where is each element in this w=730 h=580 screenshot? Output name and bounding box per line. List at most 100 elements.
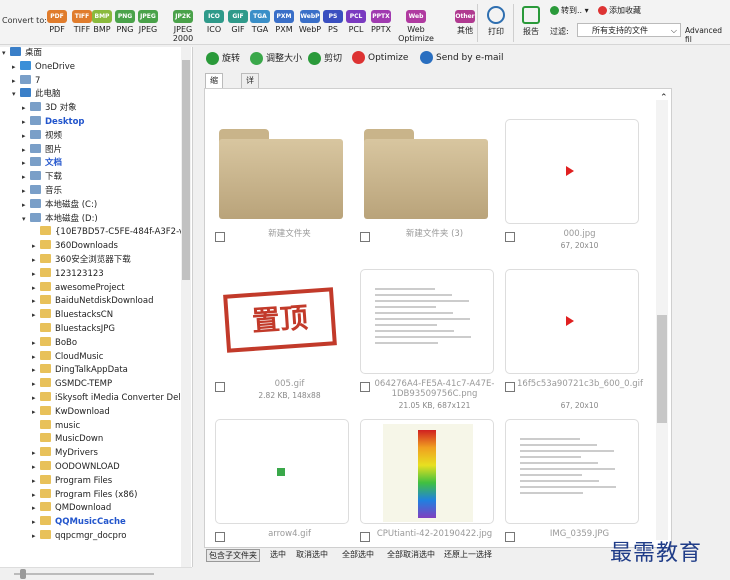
tree-item[interactable]: ▸ BluestacksCN: [32, 309, 113, 322]
chevron-right-icon[interactable]: ▸: [22, 199, 30, 212]
thumbnail-checkbox[interactable]: [360, 382, 370, 392]
thumbnail-image[interactable]: 置顶: [215, 269, 349, 374]
deselect-all-button[interactable]: 全部取消选中: [387, 549, 435, 560]
chevron-right-icon[interactable]: ▸: [32, 489, 40, 502]
advanced-filter-button[interactable]: Advanced fil: [685, 26, 730, 44]
restore-selection-button[interactable]: 还原上一选择: [444, 549, 492, 560]
rotate-button[interactable]: 旋转: [206, 51, 240, 65]
deselect-button[interactable]: 取消选中: [296, 549, 328, 560]
goto-button[interactable]: 转到.. ▾: [550, 5, 589, 16]
tree-item[interactable]: ▸ 音乐: [22, 185, 62, 198]
format-button-其他[interactable]: Other 其他: [450, 10, 480, 36]
tree-item[interactable]: ▸ 下载: [22, 171, 62, 184]
chevron-right-icon[interactable]: ▸: [12, 75, 20, 88]
thumbnail-image[interactable]: [360, 119, 494, 224]
tree-item[interactable]: ▸ MyDrivers: [32, 447, 98, 460]
tree-item[interactable]: ▸ qqpcmgr_docpro: [32, 530, 126, 543]
chevron-right-icon[interactable]: ▸: [32, 351, 40, 364]
tree-item[interactable]: ▸ BaiduNetdiskDownload: [32, 295, 153, 308]
include-subfolders-button[interactable]: 包含子文件夹: [206, 549, 260, 562]
format-button-pptx[interactable]: PPTX PPTX: [368, 10, 394, 34]
tree-item[interactable]: BluestacksJPG: [32, 323, 115, 336]
tree-item[interactable]: music: [32, 419, 80, 433]
tree-item[interactable]: ▸ iSkysoft iMedia Converter Delu: [32, 392, 186, 405]
format-button-gif[interactable]: GIF GIF: [226, 10, 250, 34]
thumbnail-image[interactable]: [505, 269, 639, 374]
tree-item[interactable]: ▸ 文档: [22, 157, 62, 170]
thumbnail-image[interactable]: [505, 119, 639, 224]
format-button-bmp[interactable]: BMP BMP: [91, 10, 113, 34]
chevron-right-icon[interactable]: ▸: [32, 309, 40, 322]
resize-button[interactable]: 调整大小: [250, 51, 302, 65]
thumbnail-image[interactable]: [505, 419, 639, 524]
chevron-right-icon[interactable]: ▸: [32, 295, 40, 308]
chevron-right-icon[interactable]: ▸: [32, 392, 40, 405]
tree-item[interactable]: ▸ 视频: [22, 129, 62, 143]
thumbnail-checkbox[interactable]: [505, 382, 515, 392]
format-button-webp[interactable]: WebP WebP: [297, 10, 323, 34]
thumbnail-image[interactable]: [215, 419, 349, 524]
tree-scrollbar-thumb[interactable]: [182, 60, 190, 280]
tree-item[interactable]: ▾ 此电脑: [12, 88, 61, 101]
format-button-ico[interactable]: ICO ICO: [203, 10, 225, 34]
tree-item[interactable]: ▸ Program Files: [32, 474, 112, 488]
tree-item[interactable]: ▸ Desktop: [22, 116, 85, 129]
chevron-right-icon[interactable]: ▸: [22, 144, 30, 157]
format-button-pcl[interactable]: PCL PCL: [344, 10, 368, 34]
tree-item[interactable]: ▸ 图片: [22, 143, 62, 157]
crop-button[interactable]: 剪切: [308, 51, 342, 65]
chevron-right-icon[interactable]: ▸: [32, 337, 40, 350]
format-button-web-optimize[interactable]: Web Web Optimize: [393, 10, 439, 43]
format-button-jpeg-2000[interactable]: JP2K JPEG 2000: [164, 10, 202, 43]
chevron-right-icon[interactable]: ▸: [22, 130, 30, 143]
folder-tree[interactable]: ▾ 桌面 ▸ OneDrive ▸ 7 ▾ 此电脑 ▸ 3D 对象 ▸ Desktop ▸ 视频 ▸ 图片 ▸ 文…: [0, 47, 193, 567]
chevron-right-icon[interactable]: ▸: [32, 240, 40, 253]
tree-item[interactable]: MusicDown: [32, 433, 103, 446]
format-button-pdf[interactable]: PDF PDF: [44, 10, 70, 34]
add-favorite-button[interactable]: 添加收藏: [598, 5, 641, 16]
select-button[interactable]: 选中: [270, 549, 286, 560]
print-button[interactable]: 打印: [484, 6, 508, 37]
chevron-right-icon[interactable]: ▸: [32, 502, 40, 515]
gallery-scrollbar-thumb[interactable]: [657, 315, 667, 423]
tab-details[interactable]: 详细信息: [241, 73, 259, 127]
tree-item[interactable]: ▸ awesomeProject: [32, 281, 125, 295]
tree-item[interactable]: ▸ OneDrive: [12, 60, 75, 74]
tree-item[interactable]: ▸ CloudMusic: [32, 350, 103, 364]
tree-item[interactable]: ▸ OODOWNLOAD: [32, 461, 120, 474]
chevron-right-icon[interactable]: ▸: [12, 61, 20, 74]
chevron-right-icon[interactable]: ▸: [32, 516, 40, 529]
tree-item[interactable]: ▸ DingTalkAppData: [32, 364, 128, 377]
tree-item[interactable]: {10E7BD57-C5FE-484f-A3F2-v: [32, 226, 184, 239]
tab-thumbnails[interactable]: 缩略图: [205, 73, 223, 113]
tree-item[interactable]: ▸ GSMDC-TEMP: [32, 378, 112, 391]
chevron-right-icon[interactable]: ▸: [32, 530, 40, 543]
thumbnail-checkbox[interactable]: [505, 232, 515, 242]
chevron-right-icon[interactable]: ▸: [32, 282, 40, 295]
chevron-right-icon[interactable]: ▸: [32, 254, 40, 267]
chevron-right-icon[interactable]: ▸: [22, 185, 30, 198]
send-email-button[interactable]: Send by e-mail: [420, 51, 504, 64]
tree-item[interactable]: ▸ KwDownload: [32, 405, 110, 419]
tree-item[interactable]: ▾ 本地磁盘 (D:): [22, 212, 98, 226]
tree-item[interactable]: ▸ BoBo: [32, 336, 77, 350]
tree-item[interactable]: ▸ 3D 对象: [22, 102, 77, 115]
thumbnail-checkbox[interactable]: [215, 232, 225, 242]
optimize-button[interactable]: Optimize: [352, 51, 408, 64]
tree-item[interactable]: ▸ 本地磁盘 (C:): [22, 198, 97, 212]
chevron-right-icon[interactable]: ▸: [22, 116, 30, 129]
format-button-png[interactable]: PNG PNG: [113, 10, 137, 34]
format-button-pxm[interactable]: PXM PXM: [272, 10, 296, 34]
filter-select[interactable]: 所有支持的文件 ⌵: [577, 23, 681, 37]
tree-horizontal-scrollbar[interactable]: [0, 567, 192, 580]
format-button-tga[interactable]: TGA TGA: [248, 10, 272, 34]
chevron-down-icon[interactable]: ▾: [12, 88, 20, 101]
tree-item[interactable]: ▸ 360Downloads: [32, 240, 118, 253]
tree-item[interactable]: ▸ 7: [12, 74, 40, 88]
tree-item[interactable]: ▸ 123123123: [32, 267, 104, 281]
chevron-right-icon[interactable]: ▸: [32, 364, 40, 377]
chevron-down-icon[interactable]: ▾: [2, 47, 10, 60]
chevron-right-icon[interactable]: ▸: [22, 157, 30, 170]
thumbnail-image[interactable]: [360, 269, 494, 374]
chevron-down-icon[interactable]: ▾: [22, 213, 30, 226]
